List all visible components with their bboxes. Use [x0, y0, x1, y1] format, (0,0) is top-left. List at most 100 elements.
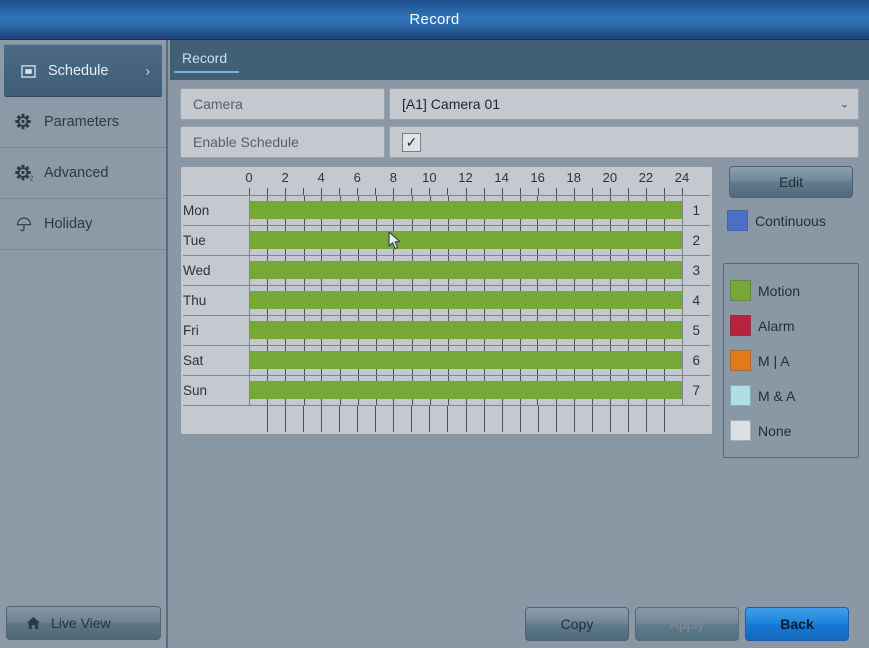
day-label: Wed	[183, 255, 250, 286]
day-track[interactable]	[249, 255, 682, 286]
schedule-day-row: Thu 4	[183, 285, 710, 316]
color-swatch	[730, 280, 751, 301]
legend-item-motion: Motion	[730, 273, 852, 308]
tab-record[interactable]: Record	[174, 48, 240, 73]
schedule-day-row: Mon 1	[183, 195, 710, 226]
hour-tick-label: 8	[389, 170, 397, 185]
schedule-table: 0 2 4 6 8 10 12 14 16 18 20 22 24 Mon 1 Tue 2 Wed 3 Thu 4 Fri…	[183, 169, 710, 432]
schedule-day-row: Sat 6	[183, 345, 710, 376]
legend-item-alarm: Alarm	[730, 308, 852, 343]
umbrella-icon	[14, 214, 34, 234]
day-track[interactable]	[249, 285, 682, 316]
schedule-panel: Camera [A1] Camera 01 ⌄ Enable Schedule …	[170, 80, 869, 648]
gear-icon	[14, 112, 34, 132]
hour-tick-label: 2	[281, 170, 289, 185]
hour-tick-label: 12	[458, 170, 473, 185]
hour-tick-label: 14	[494, 170, 509, 185]
day-track[interactable]	[249, 195, 682, 226]
schedule-day-row: Tue 2	[183, 225, 710, 256]
chevron-down-icon: ⌄	[839, 98, 849, 111]
sidebar-item-label: Schedule	[48, 62, 109, 79]
schedule-day-row: Sun 7	[183, 375, 710, 406]
legend-label: None	[758, 422, 792, 439]
schedule-segment[interactable]	[249, 351, 682, 369]
day-track[interactable]	[249, 225, 682, 256]
legend-label: Motion	[758, 282, 801, 299]
day-track[interactable]	[249, 375, 682, 406]
day-label: Fri	[183, 315, 250, 346]
enable-schedule-checkbox[interactable]: ✓	[402, 132, 421, 152]
sidebar-item-parameters[interactable]: Parameters	[0, 97, 166, 148]
legend-label: M | A	[758, 352, 790, 369]
day-label: Thu	[183, 285, 250, 316]
camera-select[interactable]: [A1] Camera 01 ⌄	[389, 88, 859, 120]
schedule-blank-row	[183, 405, 710, 432]
color-swatch	[730, 315, 751, 336]
sidebar: Schedule › Parameters 2 Advanced Holiday Live…	[0, 40, 168, 648]
sidebar-item-schedule[interactable]: Schedule ›	[4, 44, 162, 97]
home-icon	[23, 613, 43, 633]
color-swatch	[730, 350, 751, 371]
sidebar-item-label: Holiday	[44, 216, 93, 232]
day-index: 3	[681, 255, 710, 286]
live-view-label: Live View	[51, 615, 111, 631]
live-view-button[interactable]: Live View	[6, 606, 161, 640]
schedule-axis-row: 0 2 4 6 8 10 12 14 16 18 20 22 24	[183, 169, 710, 196]
calendar-icon	[18, 61, 38, 81]
legend-item-ma: M | A	[730, 343, 852, 378]
hour-axis: 0 2 4 6 8 10 12 14 16 18 20 22 24	[245, 169, 689, 196]
legend-item-continuous: Continuous	[723, 210, 859, 231]
legend-label: Alarm	[758, 317, 795, 334]
enable-schedule-field: ✓	[389, 126, 859, 158]
bottom-bar: Copy Apply Back	[170, 600, 869, 648]
day-index: 4	[681, 285, 710, 316]
svg-text:2: 2	[29, 176, 33, 183]
day-label: Tue	[183, 225, 250, 256]
camera-value: [A1] Camera 01	[402, 96, 501, 112]
copy-button[interactable]: Copy	[525, 607, 629, 641]
back-button[interactable]: Back	[745, 607, 849, 641]
record-schedule-window: Record Schedule › Parameters 2 Advanced Holid…	[0, 0, 869, 648]
schedule-segment[interactable]	[249, 201, 682, 219]
enable-schedule-label: Enable Schedule	[180, 126, 385, 158]
schedule-segment[interactable]	[249, 381, 682, 399]
schedule-grid[interactable]: 0 2 4 6 8 10 12 14 16 18 20 22 24 Mon 1 Tue 2 Wed 3 Thu 4 Fri…	[180, 166, 713, 435]
schedule-segment[interactable]	[249, 321, 682, 339]
day-track[interactable]	[249, 315, 682, 346]
legend-item-none: None	[730, 413, 852, 448]
day-index: 1	[681, 195, 710, 226]
sidebar-item-holiday[interactable]: Holiday	[0, 199, 166, 250]
hour-tick-label: 10	[422, 170, 437, 185]
color-swatch	[730, 385, 751, 406]
day-label: Sun	[183, 375, 250, 406]
day-index: 6	[681, 345, 710, 376]
day-track[interactable]	[249, 345, 682, 376]
hour-tick-label: 4	[317, 170, 325, 185]
main-content: Record Camera [A1] Camera 01 ⌄ Enable Sc…	[170, 40, 869, 648]
tabstrip: Record	[170, 40, 869, 80]
schedule-segment[interactable]	[249, 231, 682, 249]
legend-label: M & A	[758, 387, 796, 404]
enable-schedule-row: Enable Schedule ✓	[180, 126, 859, 158]
day-label: Sat	[183, 345, 250, 376]
hour-tick-label: 0	[245, 170, 253, 185]
axis-corner	[183, 169, 249, 196]
sidebar-item-label: Parameters	[44, 114, 119, 130]
day-index: 5	[681, 315, 710, 346]
continuous-label: Continuous	[755, 212, 826, 229]
sidebar-item-advanced[interactable]: 2 Advanced	[0, 148, 166, 199]
legend-item-ma: M & A	[730, 378, 852, 413]
day-index: 7	[681, 375, 710, 406]
window-titlebar: Record	[0, 0, 869, 40]
edit-button[interactable]: Edit	[729, 166, 853, 198]
day-label: Mon	[183, 195, 250, 226]
camera-label: Camera	[180, 88, 385, 120]
chevron-right-icon: ›	[145, 63, 150, 78]
sidebar-item-label: Advanced	[44, 165, 109, 181]
schedule-segment[interactable]	[249, 261, 682, 279]
gear-two-icon: 2	[14, 163, 34, 183]
hour-tick-label: 16	[530, 170, 545, 185]
schedule-segment[interactable]	[249, 291, 682, 309]
hour-tick-label: 24	[674, 170, 690, 185]
blank-day-cell	[183, 405, 249, 432]
